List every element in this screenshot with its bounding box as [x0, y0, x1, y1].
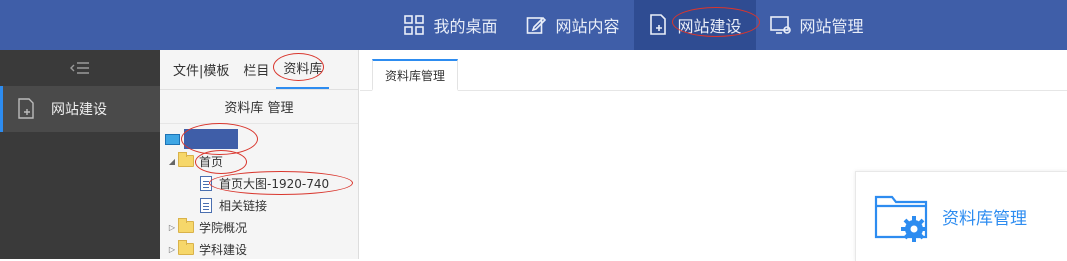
tree-node-label: 首页大图-1920-740 — [208, 170, 354, 195]
nav-label: 网站内容 — [555, 17, 620, 36]
tree-node-about[interactable]: ▷ 学院概况 — [160, 216, 358, 238]
document-icon — [200, 175, 212, 191]
site-name-redacted — [181, 123, 258, 155]
site-build-icon — [648, 14, 670, 36]
nav-site-content[interactable]: 网站内容 — [511, 0, 633, 50]
tree-node-related-links[interactable]: 相关链接 — [160, 194, 358, 216]
main-area: 资料库管理 资料库管理 — [360, 50, 1067, 261]
tab-library[interactable]: 资料库 — [273, 53, 330, 89]
sidebar-item-site-build[interactable]: 网站建设 — [0, 86, 160, 132]
collapse-arrow-icon[interactable]: ▷ — [166, 223, 178, 232]
nav-label: 网站建设 — [671, 7, 760, 37]
tree-node-label: 相关链接 — [219, 198, 268, 213]
main-tab-bar: 资料库管理 — [360, 50, 1067, 91]
folder-icon — [178, 240, 194, 255]
nav-site-build[interactable]: 网站建设 — [633, 0, 760, 50]
folder-icon — [178, 218, 194, 233]
collapse-menu-icon[interactable] — [0, 50, 160, 86]
nav-site-manage[interactable]: 网站管理 — [756, 0, 878, 50]
tree-node-home[interactable]: ◢ 首页 — [160, 149, 358, 174]
nav-my-desktop[interactable]: 我的桌面 — [389, 0, 511, 50]
tree-node-discipline[interactable]: ▷ 学科建设 — [160, 238, 358, 260]
tree-site-root[interactable] — [160, 123, 358, 155]
nav-label: 我的桌面 — [433, 17, 498, 36]
monitor-icon — [165, 133, 180, 145]
panel-tabs: 文件|模板 栏目 资料库 — [160, 50, 358, 90]
tab-columns[interactable]: 栏目 — [236, 60, 276, 89]
top-navbar: 我的桌面 网站内容 网站建设 网站管理 — [0, 0, 1067, 50]
tree-node-label: 学院概况 — [199, 220, 248, 235]
panel-title: 资料库 管理 — [160, 90, 358, 124]
tree-node-home-banner[interactable]: 首页大图-1920-740 — [160, 170, 358, 195]
folder-open-icon — [178, 152, 194, 167]
nav-label: 网站管理 — [799, 17, 864, 36]
expand-arrow-icon[interactable]: ◢ — [166, 157, 178, 166]
tab-library-manage[interactable]: 资料库管理 — [372, 59, 459, 91]
tree-node-label: 学科建设 — [199, 242, 248, 257]
card-title: 资料库管理 — [942, 209, 1027, 229]
dashboard-icon — [403, 14, 425, 36]
site-manage-icon — [769, 14, 792, 36]
library-tree: ◢ 首页 首页大图-1920-740 相关链接 ▷ 学院概况 ▷ 学科建设 — [160, 123, 358, 260]
link-document-icon — [200, 197, 212, 213]
folder-settings-icon — [874, 191, 932, 243]
left-sidebar: 网站建设 — [0, 50, 160, 259]
edit-icon — [525, 14, 547, 36]
tab-files-templates[interactable]: 文件|模板 — [166, 60, 236, 89]
site-build-icon — [17, 97, 41, 121]
resource-panel: 文件|模板 栏目 资料库 资料库 管理 ◢ 首页 首页大图-1920-740 相… — [160, 50, 359, 259]
library-manage-card[interactable]: 资料库管理 — [855, 171, 1067, 261]
tree-node-label: 首页 — [194, 149, 248, 174]
collapse-arrow-icon[interactable]: ▷ — [166, 245, 178, 254]
sidebar-item-label: 网站建设 — [51, 102, 107, 118]
top-nav: 我的桌面 网站内容 网站建设 网站管理 — [389, 0, 877, 50]
